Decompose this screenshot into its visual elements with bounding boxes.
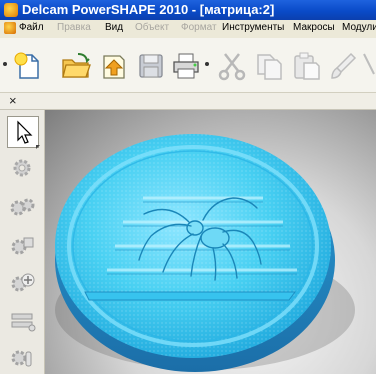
menu-macros[interactable]: Макросы [293,22,335,33]
gear-tool-button-2[interactable] [8,192,38,222]
new-file-icon[interactable] [12,50,44,82]
cut-icon[interactable] [216,50,248,82]
document-menu-icon[interactable] [4,22,16,34]
copy-icon[interactable] [253,50,285,82]
gear-tool-icon [11,350,32,367]
toolbar-tool-button[interactable] [8,306,38,336]
scissors-icon[interactable] [362,50,376,82]
print-icon[interactable] [170,50,202,82]
tool-sidebar [0,110,45,374]
title-bar: Delcam PowerSHAPE 2010 - [матрица:2] [0,0,376,20]
menu-file[interactable]: Файл [19,22,44,33]
main-toolbar [0,38,376,93]
menu-object[interactable]: Объект [135,22,169,33]
gear-tool-icon [10,198,35,216]
toolbar-grip[interactable] [2,54,8,78]
menu-modules[interactable]: Модули [342,22,376,33]
menu-edit[interactable]: Правка [57,22,91,33]
menu-view[interactable]: Вид [105,22,123,33]
menu-bar: Файл Правка Вид Объект Формат Инструмент… [0,20,376,39]
open-folder-icon[interactable] [60,50,92,82]
save-icon[interactable] [135,50,167,82]
select-arrow-icon [17,120,33,144]
gear-add-button[interactable] [8,268,38,298]
model-viewport[interactable] [45,110,376,374]
import-icon[interactable] [98,50,130,82]
gear-tool-button-4[interactable] [8,344,38,374]
gear-tool-button[interactable] [8,154,38,184]
brush-icon[interactable] [327,50,359,82]
app-icon[interactable] [4,3,18,17]
window-title: Delcam PowerSHAPE 2010 - [матрица:2] [22,2,275,17]
menu-format[interactable]: Формат [181,22,217,33]
select-tool-button[interactable] [7,116,40,149]
gear-tool-icon [13,159,31,177]
palette-header: × [0,93,376,110]
close-icon[interactable]: × [9,93,17,108]
gear-tool-button-3[interactable] [8,230,38,260]
menu-tools[interactable]: Инструменты [222,22,284,33]
toolbar-separator [204,54,210,78]
toolbar-tool-icon [11,313,36,332]
gear-add-icon [11,273,35,292]
gear-tool-icon [11,237,34,255]
paste-icon[interactable] [290,50,322,82]
coin-model[interactable] [45,110,376,374]
